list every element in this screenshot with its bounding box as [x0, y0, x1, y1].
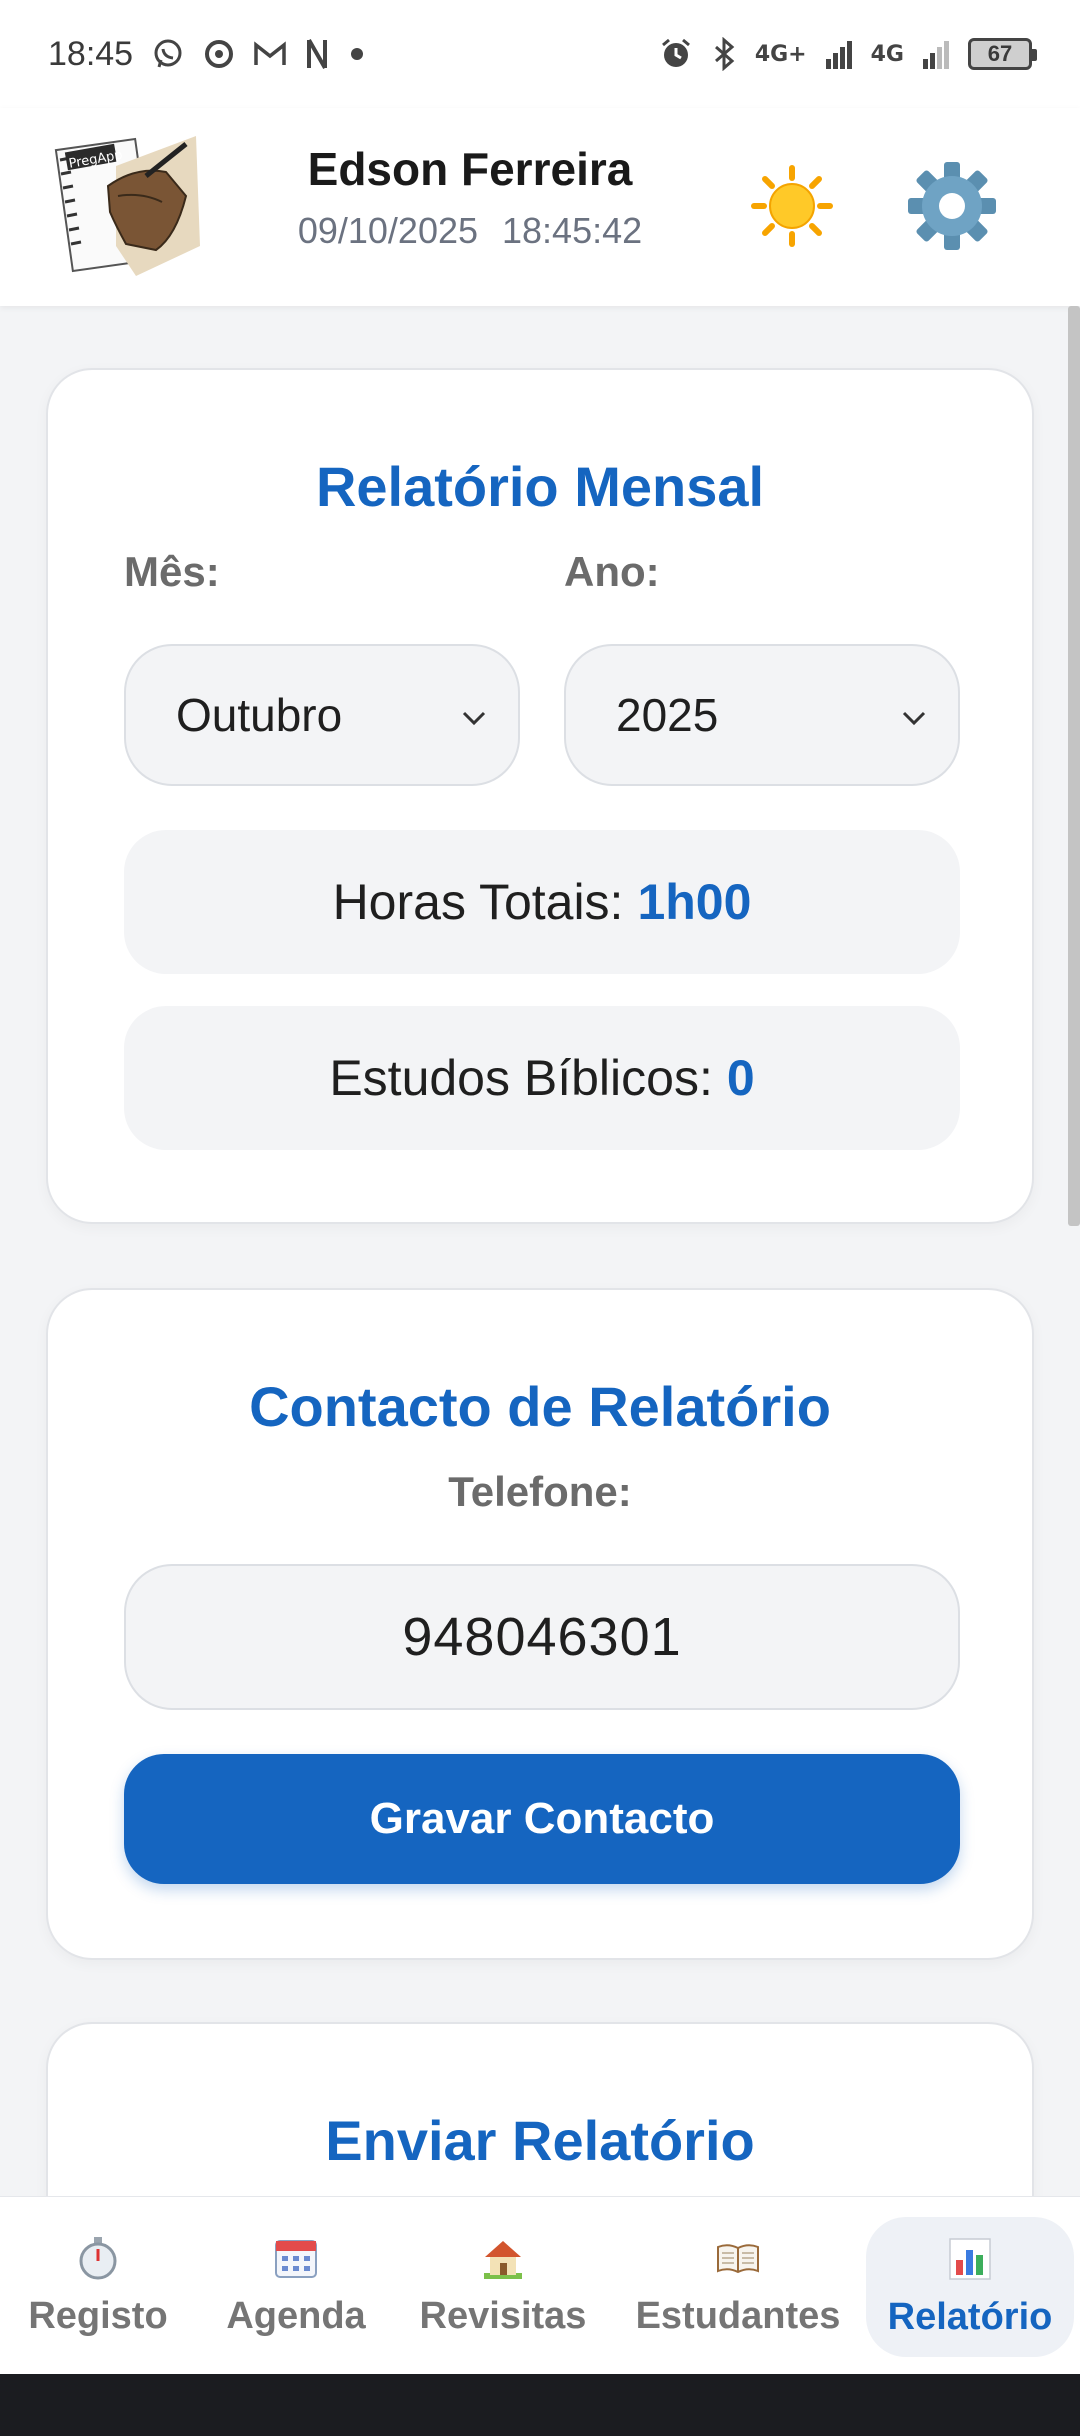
theme-toggle-button[interactable] [750, 164, 834, 248]
app-logo[interactable]: PregApp [46, 126, 200, 280]
nav-item-registo[interactable]: Registo [0, 2197, 196, 2375]
year-select-value: 2025 [616, 689, 719, 741]
nav-item-estudantes[interactable]: Estudantes [610, 2197, 866, 2375]
status-right: 4G+ 4G 67 [659, 37, 1037, 71]
gear-icon [908, 162, 996, 250]
dot-icon [351, 48, 364, 60]
bar-chart-icon [949, 2237, 991, 2280]
phone-label: Telefone: [448, 1468, 632, 1515]
month-select[interactable]: Outubro [124, 644, 520, 786]
bible-studies-value: 0 [726, 1050, 755, 1106]
system-navigation-bar [0, 2374, 1080, 2436]
nav-label-revisitas: Revisitas [419, 2294, 587, 2337]
status-bar: 18:45 4G+ 4G 67 [0, 0, 1080, 108]
chevron-down-icon [462, 711, 486, 726]
nav-label-registo: Registo [28, 2294, 168, 2337]
current-datetime: 09/10/2025 18:45:42 [240, 210, 700, 252]
user-block: Edson Ferreira 09/10/2025 18:45:42 [240, 142, 700, 252]
monthly-report-card: Relatório Mensal Mês: Ano: Outubro 2025 … [46, 368, 1034, 1224]
battery-level: 67 [987, 41, 1013, 66]
nav-label-agenda: Agenda [226, 2294, 366, 2337]
report-contact-card: Contacto de Relatório Telefone: 94804630… [46, 1288, 1034, 1960]
user-name: Edson Ferreira [307, 143, 633, 195]
bible-studies-box: Estudos Bíblicos: 0 [124, 1006, 960, 1150]
nav-item-agenda[interactable]: Agenda [196, 2197, 396, 2375]
year-label: Ano: [564, 548, 660, 595]
book-icon [717, 2243, 759, 2273]
total-hours-value: 1h00 [637, 874, 752, 930]
page-scrollbar[interactable] [1068, 306, 1080, 1226]
nav-item-relatorio[interactable]: Relatório [866, 2217, 1074, 2357]
month-label: Mês: [124, 548, 220, 595]
month-select-value: Outubro [176, 689, 343, 741]
gmail-icon [254, 41, 286, 65]
bottom-nav: Registo Agenda Revisitas Estudantes Rela… [0, 2196, 1080, 2374]
report-contact-title: Contacto de Relatório [249, 1375, 831, 1438]
total-hours-box: Horas Totais: 1h00 [124, 830, 960, 974]
stopwatch-icon [79, 2236, 117, 2279]
year-select[interactable]: 2025 [564, 644, 960, 786]
alarm-icon [661, 38, 690, 67]
bluetooth-icon [714, 37, 735, 71]
nav-label-relatorio: Relatório [887, 2295, 1053, 2338]
status-left: 18:45 [48, 35, 367, 74]
house-icon [484, 2240, 522, 2279]
nav-item-revisitas[interactable]: Revisitas [396, 2197, 610, 2375]
whatsapp-icon [154, 39, 182, 68]
network-label-2: 4G [870, 41, 904, 67]
netflix-icon [307, 39, 328, 69]
save-contact-button[interactable]: Gravar Contacto [124, 1754, 960, 1884]
current-date: 09/10/2025 [297, 210, 479, 251]
send-report-title: Enviar Relatório [325, 2109, 755, 2172]
sun-icon [751, 165, 833, 247]
signal-icon [825, 41, 852, 69]
signal-weak-icon [923, 41, 949, 69]
pregapp-logo-icon: PregApp [46, 126, 200, 280]
battery-icon: 67 [968, 38, 1037, 70]
settings-button[interactable] [906, 160, 998, 252]
total-hours-label: Horas Totais: [332, 874, 624, 930]
app-header: PregApp Edson Ferreira 09/10/2025 18:45:… [0, 108, 1080, 306]
bible-studies-label: Estudos Bíblicos: [329, 1050, 713, 1106]
current-time: 18:45:42 [502, 210, 643, 251]
chevron-down-icon [902, 711, 926, 726]
calendar-icon [275, 2239, 317, 2278]
phone-input[interactable]: 948046301 [124, 1564, 960, 1710]
network-label-1: 4G+ [754, 41, 807, 67]
clock: 18:45 [48, 34, 134, 73]
monthly-report-title: Relatório Mensal [315, 455, 765, 518]
nav-label-estudantes: Estudantes [635, 2294, 841, 2337]
chrome-icon [205, 40, 234, 68]
